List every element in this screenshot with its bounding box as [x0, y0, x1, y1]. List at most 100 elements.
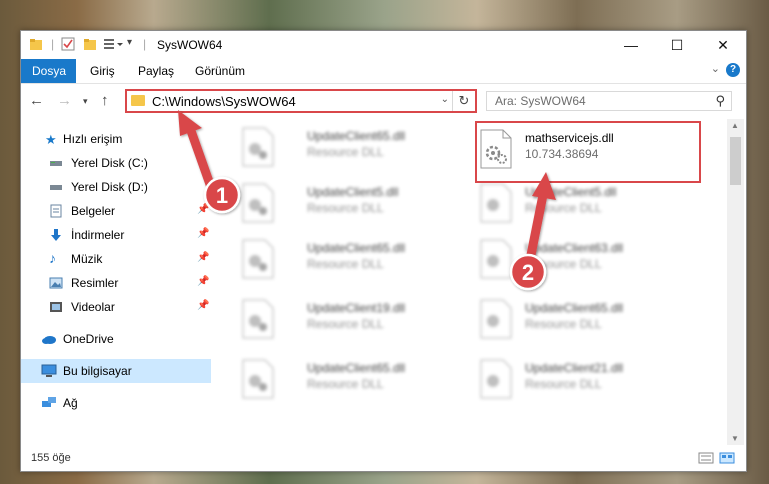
search-box[interactable]: Ara: SysWOW64 ⚲: [486, 91, 732, 111]
explorer-window: | ▾ | SysWOW64 — ☐ ✕ Dosya Giriş Paylaş …: [20, 30, 747, 472]
drive-icon: [49, 156, 63, 170]
tab-home[interactable]: Giriş: [79, 59, 126, 83]
refresh-icon[interactable]: ↻: [452, 91, 475, 111]
separator: |: [143, 37, 147, 51]
list-item[interactable]: UpdateClient65.dll Resource DLL: [237, 235, 467, 289]
file-name: UpdateClient65.dll: [307, 129, 406, 143]
nav-label: Belgeler: [71, 204, 116, 218]
ribbon-collapse-icon[interactable]: ⌄: [711, 62, 720, 75]
file-name: UpdateClient5.dll: [307, 185, 399, 199]
dll-file-icon: [480, 359, 512, 399]
scrollbar-thumb[interactable]: [730, 137, 741, 185]
list-item[interactable]: UpdateClient65.dll Resource DLL: [237, 355, 467, 409]
nav-item-music[interactable]: ♪ Müzik 📌: [21, 247, 211, 271]
scroll-up-icon[interactable]: ▲: [731, 121, 739, 130]
file-name: UpdateClient63.dll: [525, 241, 624, 255]
network-icon: [41, 396, 56, 410]
properties-icon[interactable]: [61, 37, 75, 53]
file-name: UpdateClient19.dll: [307, 301, 406, 315]
nav-item-downloads[interactable]: İndirmeler 📌: [21, 223, 211, 247]
file-type: Resource DLL: [525, 377, 602, 391]
pin-icon[interactable]: 📌: [197, 300, 209, 311]
ribbon-tabs: Dosya Giriş Paylaş Görünüm ⌄ ?: [21, 59, 746, 84]
search-icon[interactable]: ⚲: [715, 93, 725, 109]
pin-icon[interactable]: 📌: [197, 228, 209, 239]
download-icon: [49, 228, 63, 242]
navigation-pane: ★ Hızlı erişim Yerel Disk (C:) Yerel Dis…: [21, 123, 211, 445]
tab-share[interactable]: Paylaş: [127, 59, 185, 83]
list-item[interactable]: UpdateClient63.dll Resource DLL: [475, 235, 705, 289]
scroll-down-icon[interactable]: ▼: [731, 434, 739, 443]
computer-icon: [41, 364, 57, 378]
nav-label: Müzik: [71, 252, 103, 266]
customize-toolbar-icon[interactable]: [103, 37, 125, 53]
details-view-icon[interactable]: [698, 452, 714, 464]
nav-label: Bu bilgisayar: [63, 364, 132, 378]
quick-access-dropdown-icon[interactable]: ▾: [127, 37, 132, 53]
status-bar: 155 öğe: [21, 445, 746, 471]
recent-locations-icon[interactable]: ▾: [83, 96, 88, 107]
close-button[interactable]: ✕: [700, 31, 746, 59]
dll-file-icon: [480, 299, 512, 339]
vertical-scrollbar[interactable]: ▲ ▼: [727, 119, 744, 445]
tab-view[interactable]: Görünüm: [184, 59, 256, 83]
target-file-highlight: [475, 121, 701, 183]
nav-this-pc[interactable]: Bu bilgisayar: [21, 359, 211, 383]
new-folder-icon[interactable]: [83, 37, 97, 53]
file-name: UpdateClient5.dll: [525, 185, 617, 199]
address-bar[interactable]: C:\Windows\SysWOW64 ⌄ ↻: [125, 89, 477, 113]
nav-label: İndirmeler: [71, 228, 125, 242]
list-item[interactable]: UpdateClient5.dll Resource DLL: [475, 179, 705, 233]
list-item[interactable]: UpdateClient65.dll Resource DLL: [237, 123, 467, 177]
folder-icon: [29, 37, 43, 53]
list-item[interactable]: UpdateClient19.dll Resource DLL: [237, 295, 467, 349]
back-arrow-icon[interactable]: ←: [29, 92, 44, 109]
up-arrow-icon[interactable]: ↑: [101, 92, 109, 109]
file-type: Resource DLL: [307, 317, 384, 331]
search-placeholder: Ara: SysWOW64: [495, 94, 586, 108]
drive-icon: [49, 180, 63, 194]
forward-arrow-icon[interactable]: →: [57, 92, 72, 109]
dll-file-icon: [480, 239, 512, 279]
file-name: UpdateClient65.dll: [307, 241, 406, 255]
file-type: Resource DLL: [307, 201, 384, 215]
list-item[interactable]: UpdateClient5.dll Resource DLL: [237, 179, 467, 233]
file-name: UpdateClient65.dll: [307, 361, 406, 375]
folder-icon: [131, 95, 145, 106]
pin-icon[interactable]: 📌: [197, 252, 209, 263]
star-icon: ★: [45, 132, 57, 147]
music-icon: ♪: [49, 250, 56, 266]
nav-quick-access[interactable]: ★ Hızlı erişim: [21, 127, 211, 151]
minimize-button[interactable]: —: [608, 31, 654, 59]
dll-file-icon: [242, 299, 274, 339]
nav-network[interactable]: Ağ: [21, 391, 211, 415]
pin-icon[interactable]: 📌: [197, 204, 209, 215]
file-type: Resource DLL: [525, 201, 602, 215]
separator: |: [51, 37, 55, 51]
large-icons-view-icon[interactable]: [719, 452, 735, 464]
pin-icon[interactable]: 📌: [197, 276, 209, 287]
nav-item-pictures[interactable]: Resimler 📌: [21, 271, 211, 295]
file-type: Resource DLL: [307, 377, 384, 391]
tab-file[interactable]: Dosya: [21, 59, 76, 83]
maximize-button[interactable]: ☐: [654, 31, 700, 59]
videos-icon: [49, 300, 63, 314]
nav-item-documents[interactable]: Belgeler 📌: [21, 199, 211, 223]
list-item[interactable]: UpdateClient21.dll Resource DLL: [475, 355, 705, 409]
file-type: Resource DLL: [307, 145, 384, 159]
nav-item-drive-c[interactable]: Yerel Disk (C:): [21, 151, 211, 175]
nav-item-drive-d[interactable]: Yerel Disk (D:): [21, 175, 211, 199]
nav-onedrive[interactable]: OneDrive: [21, 327, 211, 351]
file-name: UpdateClient65.dll: [525, 301, 624, 315]
nav-label: Ağ: [63, 396, 78, 410]
help-icon[interactable]: ?: [726, 63, 740, 77]
file-type: Resource DLL: [525, 317, 602, 331]
item-count: 155 öğe: [31, 452, 71, 464]
view-toggle: [698, 451, 738, 468]
dll-file-icon: [242, 183, 274, 223]
list-item[interactable]: UpdateClient65.dll Resource DLL: [475, 295, 705, 349]
dll-file-icon: [480, 183, 512, 223]
address-dropdown-icon[interactable]: ⌄: [441, 94, 449, 105]
nav-label: Yerel Disk (C:): [71, 156, 148, 170]
nav-item-videos[interactable]: Videolar 📌: [21, 295, 211, 319]
